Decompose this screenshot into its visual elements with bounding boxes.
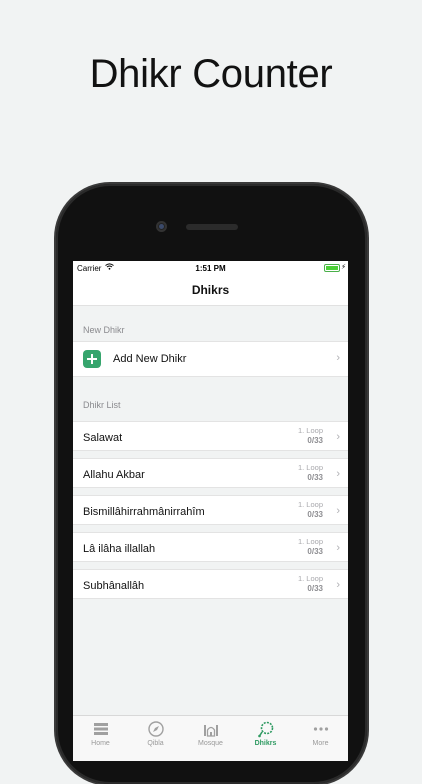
section-header-dhikr-list: Dhikr List (83, 400, 121, 410)
page-title: Dhikrs (191, 283, 230, 297)
app-screen: Carrier 1:51 PM ⚡ Dhikrs New Dhikr Add N… (73, 261, 348, 761)
dhikr-count: 0/33 (307, 436, 323, 445)
prayer-beads-icon (257, 720, 275, 738)
battery-icon (324, 264, 340, 272)
dhikr-list-item[interactable]: Allahu Akbar 1. Loop 0/33 › (73, 458, 348, 488)
tab-label: Mosque (198, 740, 223, 747)
tab-more[interactable]: More (293, 720, 348, 747)
chevron-right-icon: › (336, 468, 340, 480)
chevron-right-icon: › (336, 579, 340, 591)
home-icon (92, 720, 110, 738)
dhikr-list-item[interactable]: Salawat 1. Loop 0/33 › (73, 421, 348, 451)
chevron-right-icon: › (336, 352, 340, 364)
tab-label: Qibla (147, 740, 164, 747)
tab-home[interactable]: Home (73, 720, 128, 747)
dhikr-count: 0/33 (307, 473, 323, 482)
speaker-grille (186, 224, 238, 230)
phone-frame: Carrier 1:51 PM ⚡ Dhikrs New Dhikr Add N… (56, 184, 367, 784)
more-dots-icon (312, 720, 330, 738)
camera-icon (156, 221, 167, 232)
tab-dhikrs[interactable]: Dhikrs (238, 720, 293, 747)
mosque-icon (202, 720, 220, 738)
charging-icon: ⚡ (341, 264, 346, 271)
dhikr-loop: 1. Loop (297, 574, 323, 583)
dhikr-name: Bismillâhirrahmânirrahîm (83, 506, 205, 518)
tab-bar: Home Qibla Mosque Dhikrs More (73, 715, 348, 761)
dhikr-name: Salawat (83, 432, 123, 444)
dhikr-loop: 1. Loop (297, 426, 323, 435)
tab-label: More (312, 740, 329, 747)
add-new-dhikr-label: Add New Dhikr (113, 353, 187, 365)
dhikr-list-item[interactable]: Bismillâhirrahmânirrahîm 1. Loop 0/33 › (73, 495, 348, 525)
dhikr-loop: 1. Loop (297, 537, 323, 546)
tab-mosque[interactable]: Mosque (183, 720, 238, 747)
add-new-dhikr-button[interactable]: Add New Dhikr › (73, 341, 348, 377)
dhikr-loop: 1. Loop (297, 463, 323, 472)
chevron-right-icon: › (336, 431, 340, 443)
dhikr-name: Subhânallâh (83, 580, 145, 592)
chevron-right-icon: › (336, 505, 340, 517)
navigation-bar: Dhikrs (73, 275, 348, 306)
compass-icon (147, 720, 165, 738)
dhikr-list-item[interactable]: Lâ ilâha illallah 1. Loop 0/33 › (73, 532, 348, 562)
section-header-new-dhikr: New Dhikr (83, 325, 125, 335)
status-bar: Carrier 1:51 PM ⚡ (73, 261, 348, 275)
tab-label: Home (91, 740, 110, 747)
tab-label: Dhikrs (254, 740, 277, 747)
dhikr-loop: 1. Loop (297, 500, 323, 509)
dhikr-count: 0/33 (307, 547, 323, 556)
dhikr-name: Allahu Akbar (83, 469, 145, 481)
headline: Dhikr Counter (89, 52, 333, 96)
dhikr-count: 0/33 (307, 510, 323, 519)
plus-icon (83, 350, 101, 368)
status-time: 1:51 PM (195, 264, 226, 273)
dhikr-count: 0/33 (307, 584, 323, 593)
tab-qibla[interactable]: Qibla (128, 720, 183, 747)
dhikr-name: Lâ ilâha illallah (83, 543, 156, 555)
chevron-right-icon: › (336, 542, 340, 554)
dhikr-list-item[interactable]: Subhânallâh 1. Loop 0/33 › (73, 569, 348, 599)
